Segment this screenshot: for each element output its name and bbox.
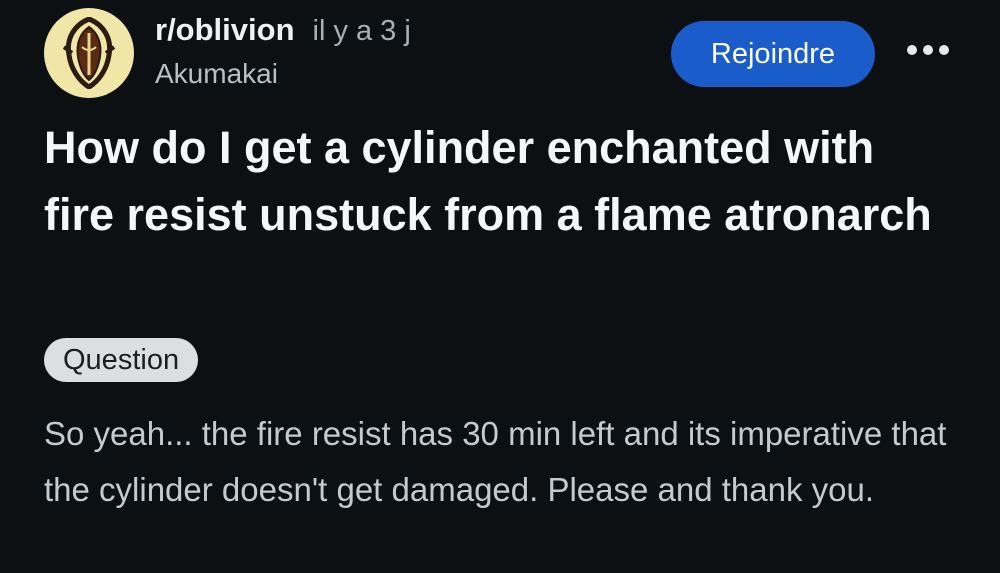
oblivion-seal-icon <box>60 17 118 89</box>
subreddit-line: r/oblivion il y a 3 j <box>155 12 411 52</box>
post-flair[interactable]: Question <box>44 338 199 382</box>
subreddit-name[interactable]: r/oblivion <box>155 12 295 48</box>
subreddit-avatar[interactable] <box>44 8 134 98</box>
more-horizontal-icon <box>906 43 950 61</box>
more-options-button[interactable] <box>903 32 953 72</box>
join-button[interactable]: Rejoindre <box>671 21 875 87</box>
post-title[interactable]: How do I get a cylinder enchanted with f… <box>44 114 944 248</box>
post-header: r/oblivion il y a 3 j Akumakai Rejoindre <box>0 0 1000 110</box>
post-body: So yeah... the fire resist has 30 min le… <box>44 415 947 508</box>
post-timestamp: il y a 3 j <box>312 15 411 47</box>
post-author[interactable]: Akumakai <box>155 58 278 90</box>
